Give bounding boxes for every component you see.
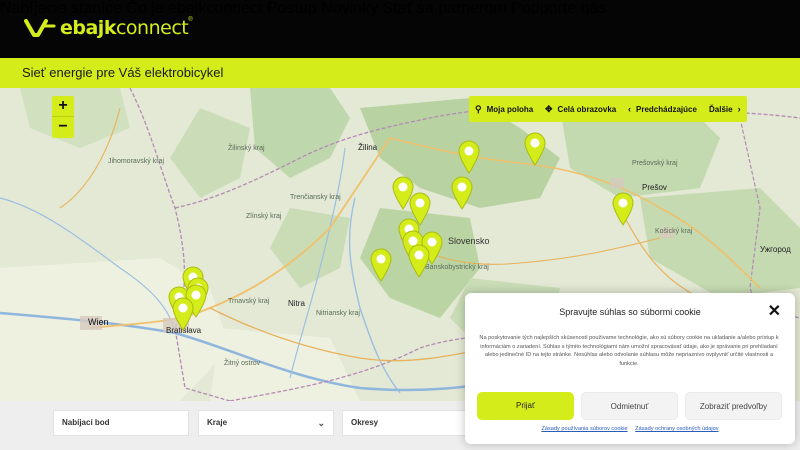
nav-procedure[interactable]: Postup — [267, 0, 317, 17]
map-toolbar: ⚲ Moja poloha ✥ Celá obrazovka ‹ Predchá… — [469, 96, 747, 122]
my-location-button[interactable]: ⚲ Moja poloha — [475, 96, 533, 122]
cookie-policy-link[interactable]: Zásady používania súborov cookie — [541, 426, 627, 432]
cookie-consent-dialog: Spravujte súhlas so súbormi cookie ✕ Na … — [465, 293, 795, 444]
cookie-description: Na poskytovanie tých najlepších skúsenos… — [479, 335, 779, 367]
chevron-right-icon: › — [737, 104, 741, 114]
logo-mark-icon — [24, 19, 56, 37]
label-uzhorod: Ужгород — [760, 245, 791, 254]
logo-text: ebajkconnect — [60, 17, 189, 39]
map-marker-icon[interactable] — [458, 140, 480, 174]
tagline-bar: Sieť energie pre Váš elektrobicykel — [0, 58, 800, 88]
top-navigation-bar: ebajkconnect ® Nabíjacie stanice Čo je eb… — [0, 0, 800, 58]
accept-button[interactable]: Prijať — [477, 392, 574, 420]
preferences-button[interactable]: Zobraziť predvoľby — [685, 392, 782, 420]
tagline-text: Sieť energie pre Váš elektrobicykel — [22, 65, 224, 80]
nav-support-us[interactable]: Podporte nás — [511, 0, 606, 17]
label-jihomoravsky-kraj: Jihomoravský kraj — [108, 158, 165, 165]
label-wien: Wien — [88, 317, 109, 327]
previous-label: Predchádzajúce — [636, 104, 697, 114]
label-nitriansky-kraj: Nitriansky kraj — [316, 310, 360, 317]
label-slovensko: Slovensko — [448, 236, 490, 246]
ebajkconnect-logo[interactable]: ebajkconnect ® — [24, 15, 193, 41]
charging-point-label: Nabíjací bod — [62, 418, 110, 427]
label-zilina: Žilina — [358, 143, 378, 152]
map-marker-icon[interactable] — [408, 244, 430, 278]
deny-button[interactable]: Odmietnuť — [581, 392, 678, 420]
district-select[interactable]: Okresy — [342, 410, 478, 436]
zoom-control: + − — [52, 96, 74, 138]
map-marker-icon[interactable] — [451, 176, 473, 210]
zoom-out-button[interactable]: − — [52, 117, 74, 138]
privacy-policy-link[interactable]: Zásady ochrany osobných údajov — [635, 426, 718, 432]
next-label: Ďalšie — [709, 104, 733, 114]
zoom-in-button[interactable]: + — [52, 96, 74, 117]
label-zilinsky-kraj: Žilinský kraj — [228, 145, 265, 152]
cookie-title: Spravujte súhlas so súbormi cookie — [559, 307, 701, 317]
fullscreen-button[interactable]: ✥ Celá obrazovka — [545, 96, 616, 122]
label-presovsky-kraj: Prešovský kraj — [632, 160, 678, 167]
map-marker-icon[interactable] — [370, 248, 392, 282]
map-marker-icon[interactable] — [172, 297, 194, 331]
label-trnavsky-kraj: Trnavský kraj — [228, 298, 270, 305]
previous-button[interactable]: ‹ Predchádzajúce — [628, 96, 697, 122]
close-icon[interactable]: ✕ — [768, 301, 781, 321]
registered-mark: ® — [188, 17, 193, 23]
next-button[interactable]: Ďalšie › — [709, 96, 741, 122]
nav-become-partner[interactable]: Stať sa parnerom — [382, 0, 506, 17]
label-zlinsky-kraj: Zlínský kraj — [246, 213, 282, 220]
district-select-label: Okresy — [351, 418, 379, 427]
label-trenciansky-kraj: Trenčiansky kraj — [290, 194, 341, 201]
charging-point-field[interactable]: Nabíjací bod — [53, 410, 189, 436]
region-select[interactable]: Kraje ⌄ — [198, 410, 334, 436]
cookie-links: Zásady používania súborov cookie Zásady … — [465, 426, 795, 432]
map-marker-icon[interactable] — [524, 132, 546, 166]
my-location-label: Moja poloha — [486, 104, 534, 114]
chevron-left-icon: ‹ — [628, 104, 631, 114]
nav-news[interactable]: Novinky — [321, 0, 378, 17]
map-marker-icon[interactable] — [612, 192, 634, 226]
label-zitny-ostrov: Žitný ostrov — [224, 360, 261, 367]
region-select-label: Kraje — [207, 418, 228, 427]
label-nitra: Nitra — [288, 299, 305, 308]
label-banskobystricky-kraj: Banskobystrický kraj — [425, 264, 489, 271]
fullscreen-icon: ✥ — [545, 103, 553, 114]
fullscreen-label: Celá obrazovka — [557, 104, 617, 114]
location-pin-icon: ⚲ — [475, 103, 482, 114]
chevron-down-icon: ⌄ — [317, 418, 325, 428]
label-presov: Prešov — [642, 183, 667, 192]
label-kosicky-kraj: Košický kraj — [655, 228, 693, 235]
